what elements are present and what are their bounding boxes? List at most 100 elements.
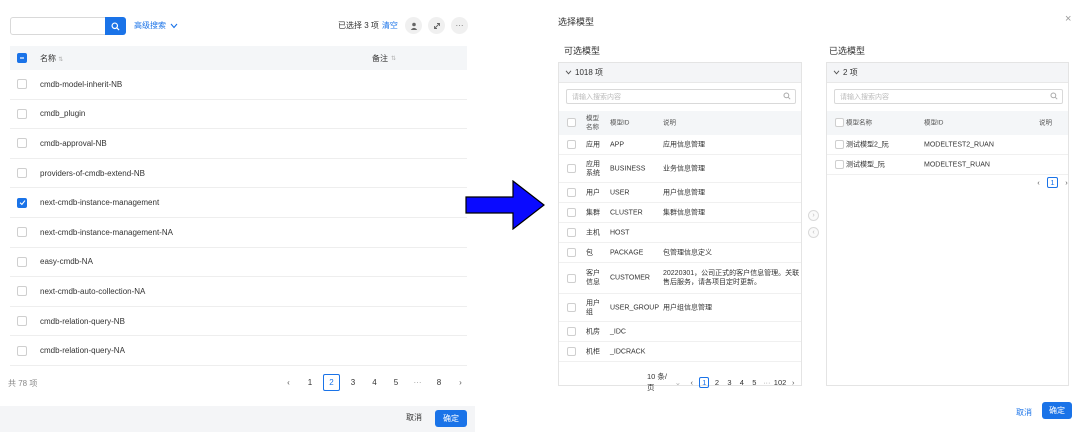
page-button[interactable]: 4 [737,377,746,388]
user-button[interactable] [405,17,422,34]
page-button[interactable]: 5 [388,374,405,391]
row-name: next-cmdb-auto-collection-NA [40,286,146,296]
row-checkbox[interactable] [17,138,27,149]
table-row[interactable]: 用户 USER 用户信息管理 [559,183,801,203]
chevron-down-icon[interactable] [833,70,840,75]
row-id: APP [610,141,625,148]
row-desc: 业务信息管理 [663,165,705,172]
table-row: providers-of-cmdb-extend-NB [10,159,467,189]
chevron-down-icon[interactable] [565,70,572,75]
page-button[interactable]: 8 [431,374,448,391]
search-input[interactable] [10,17,106,35]
page-button[interactable]: 4 [366,374,383,391]
move-right-button[interactable]: › [808,210,819,221]
row-name: cmdb-relation-query-NA [40,346,125,356]
search-button[interactable] [105,17,126,35]
page-button[interactable]: 1 [302,374,319,391]
page-button[interactable]: 1 [1047,177,1058,188]
table-row[interactable]: 测试模型2_阮 MODELTEST2_RUAN [827,135,1068,155]
chevron-down-icon: ⌄ [674,377,681,387]
selected-count: 已选择 3 项清空 [338,20,398,31]
row-checkbox[interactable] [567,188,576,197]
select-all-checkbox[interactable] [835,118,844,127]
row-checkbox[interactable] [17,286,27,297]
left-footer: 取消 确定 [0,406,475,432]
row-desc: 用户信息管理 [663,189,705,196]
page-button[interactable]: 3 [345,374,362,391]
column-header-name[interactable]: 名称 ⇅ [40,53,63,64]
table-row[interactable]: 集群 CLUSTER 集群信息管理 [559,203,801,223]
row-checkbox[interactable] [17,197,27,208]
row-checkbox[interactable] [567,140,576,149]
prev-page-button[interactable]: ‹ [1033,177,1044,188]
table-header: 名称 ⇅ 备注 ⇅ [10,46,467,70]
table-row[interactable]: 应用 系统 BUSINESS 业务信息管理 [559,155,801,183]
page-button[interactable]: 102 [774,377,787,388]
row-checkbox[interactable] [835,160,844,169]
row-checkbox[interactable] [567,228,576,237]
page-button[interactable]: 5 [750,377,759,388]
row-checkbox[interactable] [567,248,576,257]
more-button[interactable]: ··· [451,17,468,34]
next-page-button[interactable]: › [452,374,469,391]
selected-panel-header: 2 项 [827,63,1068,83]
page-button[interactable]: 3 [725,377,734,388]
pagination: ‹ 1 2 3 4 5 ··· 8 › [280,374,474,391]
row-checkbox[interactable] [17,227,27,238]
row-checkbox[interactable] [567,303,576,312]
row-checkbox[interactable] [567,164,576,173]
user-icon [410,22,417,30]
page-button[interactable]: 2 [323,374,340,391]
next-page-button[interactable]: › [1061,177,1072,188]
cancel-button[interactable]: 取消 [406,412,422,423]
row-id: MODELTEST_RUAN [924,161,990,168]
advanced-search-label: 高级搜索 [134,21,166,30]
available-search-input[interactable]: 请输入搜索内容 [566,89,796,104]
table-row[interactable]: 应用 APP 应用信息管理 [559,135,801,155]
row-id: _IDCRACK [610,348,646,355]
table-row: next-cmdb-instance-management-NA [10,218,467,248]
page-button[interactable]: 2 [712,377,721,388]
row-checkbox[interactable] [17,79,27,90]
row-checkbox[interactable] [17,316,27,327]
prev-page-button[interactable]: ‹ [280,374,297,391]
table-row[interactable]: 测试模型_阮 MODELTEST_RUAN [827,155,1068,175]
row-checkbox[interactable] [17,256,27,267]
table-row[interactable]: 机柜 _IDCRACK [559,342,801,362]
column-header-name-label: 名称 [40,53,56,63]
table-row[interactable]: 机房 _IDC [559,322,801,342]
select-all-checkbox[interactable] [17,53,27,63]
column-header-note[interactable]: 备注 ⇅ [372,53,396,64]
dialog-cancel-button[interactable]: 取消 [1016,407,1032,418]
page-size-select[interactable]: 10 条/页 [647,371,671,393]
move-left-button[interactable]: ‹ [808,227,819,238]
ok-button[interactable]: 确定 [435,410,467,427]
row-checkbox[interactable] [567,347,576,356]
clear-link[interactable]: 清空 [382,21,398,30]
row-name: 集群 [586,209,600,216]
expand-button[interactable] [428,17,445,34]
row-checkbox[interactable] [567,273,576,283]
table-row[interactable]: 主机 HOST [559,223,801,243]
close-icon[interactable]: × [1065,13,1071,25]
row-checkbox[interactable] [835,140,844,149]
table-row[interactable]: 客户 信息 CUSTOMER 20220301，公司正式的客户信息管理。关联 售后服… [559,263,801,294]
total-count: 共 78 项 [8,379,38,388]
table-row[interactable]: 用户 组 USER_GROUP 用户组信息管理 [559,294,801,322]
prev-page-button[interactable]: ‹ [687,377,696,388]
row-checkbox[interactable] [17,345,27,356]
advanced-search-toggle[interactable]: 高级搜索 [134,20,178,31]
available-pagination: 10 条/页 ⌄ ‹ 1 2 3 4 5 ··· 102 › [647,371,801,393]
row-checkbox[interactable] [17,108,27,119]
page-button[interactable]: 1 [699,376,710,388]
more-pages-icon[interactable]: ··· [762,377,771,388]
select-all-checkbox[interactable] [567,118,576,127]
row-checkbox[interactable] [567,208,576,217]
row-checkbox[interactable] [17,168,27,179]
more-pages-icon[interactable]: ··· [409,374,426,391]
row-checkbox[interactable] [567,327,576,336]
selected-search-input[interactable]: 请输入搜索内容 [834,89,1063,104]
dialog-ok-button[interactable]: 确定 [1042,402,1072,419]
next-page-button[interactable]: › [789,377,798,388]
table-row[interactable]: 包 PACKAGE 包管理信息定义 [559,243,801,263]
